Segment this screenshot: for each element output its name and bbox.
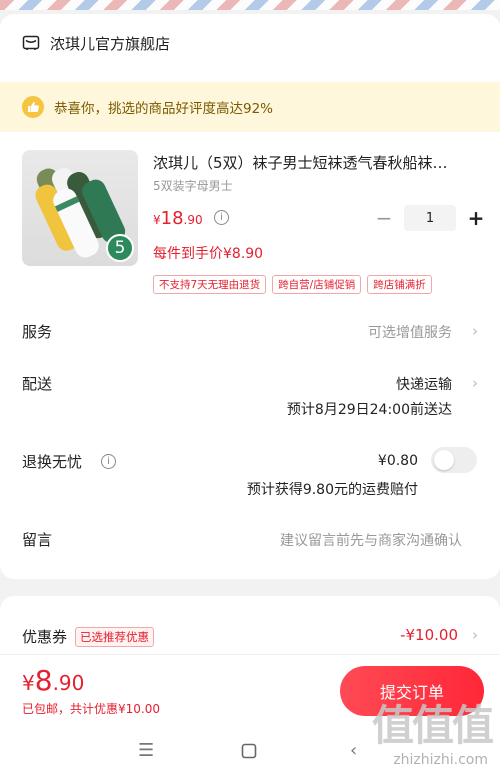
return-note: 预计获得9.80元的运费赔付 — [246, 482, 418, 498]
return-info-icon[interactable]: i — [101, 454, 116, 469]
back-icon[interactable]: ‹ — [350, 740, 357, 761]
pack-count-badge: 5 — [106, 234, 134, 262]
service-value[interactable]: 可选增值服务 — [368, 322, 452, 342]
coupon-tag: 已选推荐优惠 — [75, 626, 155, 647]
return-toggle[interactable] — [431, 447, 477, 473]
message-input[interactable]: 建议留言前先与商家沟通确认 — [280, 530, 462, 550]
product-image[interactable]: 5 — [22, 150, 138, 266]
price-info-icon[interactable]: i — [214, 210, 229, 225]
price-currency: ¥ — [153, 213, 161, 227]
quantity-field[interactable]: 1 — [404, 205, 456, 231]
delivery-eta: 预计8月29日24:00前送达 — [286, 402, 452, 418]
shop-icon — [22, 34, 40, 52]
delivery-method[interactable]: 快递运输 — [396, 374, 452, 394]
decrease-quantity-button[interactable]: − — [370, 205, 398, 231]
praise-tip-text: 恭喜你，挑选的商品好评度高达92% — [54, 101, 274, 117]
discount-note: 已包邮，共计优惠¥10.00 — [22, 702, 160, 716]
delivery-label: 配送 — [22, 375, 53, 393]
promo-tag: 不支持7天无理由退货 — [153, 275, 267, 294]
chevron-right-icon[interactable]: › — [472, 374, 478, 392]
product-price: ¥18.90 — [153, 208, 203, 229]
total-currency: ¥ — [22, 671, 35, 695]
quantity-stepper: − 1 + — [370, 205, 490, 231]
menu-icon[interactable]: ☰ — [138, 740, 154, 761]
service-label: 服务 — [22, 323, 53, 341]
increase-quantity-button[interactable]: + — [462, 205, 490, 231]
total-integer: 8 — [34, 664, 53, 697]
message-label: 留言 — [22, 531, 53, 549]
watermark-logo: 值值值 — [371, 701, 494, 750]
home-icon[interactable] — [241, 743, 257, 764]
total-decimal: .90 — [52, 671, 85, 695]
thumbs-up-icon — [22, 96, 44, 118]
product-spec[interactable]: 5双装字母男士 — [153, 177, 233, 194]
shop-name: 浓琪儿官方旗舰店 — [50, 34, 171, 53]
promo-tag: 跨自营/店铺促销 — [272, 275, 362, 294]
coupon-label: 优惠券 — [22, 628, 68, 646]
promo-tag: 跨店铺满折 — [367, 275, 432, 294]
total-price: ¥8.90 — [22, 664, 84, 697]
praise-tip-bar: 恭喜你，挑选的商品好评度高达92% — [0, 82, 500, 132]
chevron-right-icon[interactable]: › — [472, 322, 478, 340]
product-title[interactable]: 浓琪儿（5双）袜子男士短袜透气春秋船袜… — [153, 152, 483, 173]
promo-tags: 不支持7天无理由退货 跨自营/店铺促销 跨店铺满折 — [153, 275, 432, 294]
chevron-right-icon[interactable]: › — [472, 626, 478, 644]
return-label: 退换无忧 — [22, 453, 83, 471]
price-integer: 18 — [160, 208, 184, 229]
price-decimal: .90 — [183, 213, 203, 227]
deal-price: 每件到手价¥8.90 — [153, 246, 264, 262]
watermark-url: zhizhizhi.com — [393, 752, 488, 768]
coupon-amount[interactable]: -¥10.00 — [400, 626, 458, 644]
airmail-border — [0, 0, 500, 10]
coupon-row[interactable]: 优惠券 已选推荐优惠 — [22, 626, 155, 647]
return-price: ¥0.80 — [377, 453, 418, 469]
shop-header[interactable]: 浓琪儿官方旗舰店 — [22, 30, 170, 56]
